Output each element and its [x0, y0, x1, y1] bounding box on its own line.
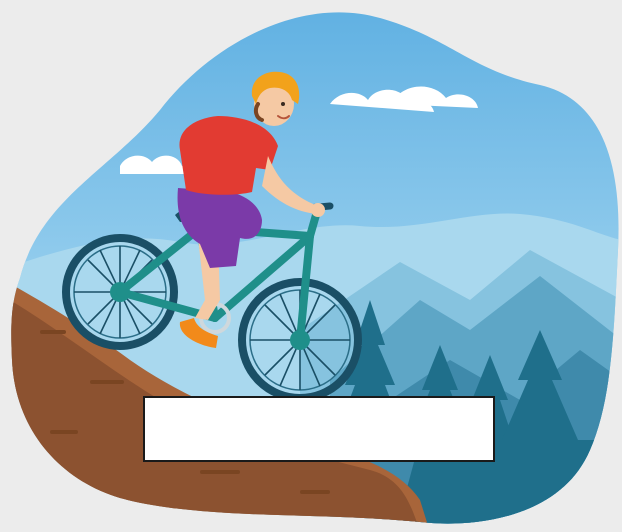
rider-eye — [281, 102, 285, 106]
rider-hand — [311, 203, 325, 217]
illustration — [0, 0, 622, 532]
blank-label-box — [143, 396, 495, 462]
